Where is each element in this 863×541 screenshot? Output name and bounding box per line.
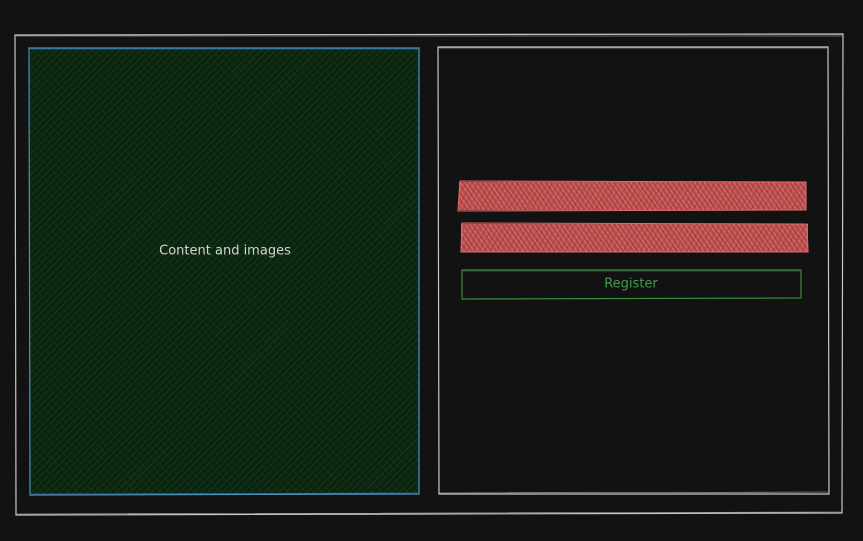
wireframe-drawing bbox=[14, 33, 844, 516]
content-panel bbox=[28, 47, 420, 496]
wireframe-canvas: Content and images Register bbox=[0, 0, 863, 537]
input-field-2[interactable] bbox=[460, 222, 809, 253]
register-button[interactable]: Register bbox=[604, 277, 658, 292]
content-panel-label: Content and images bbox=[159, 243, 291, 259]
input-field-1[interactable] bbox=[457, 180, 807, 212]
